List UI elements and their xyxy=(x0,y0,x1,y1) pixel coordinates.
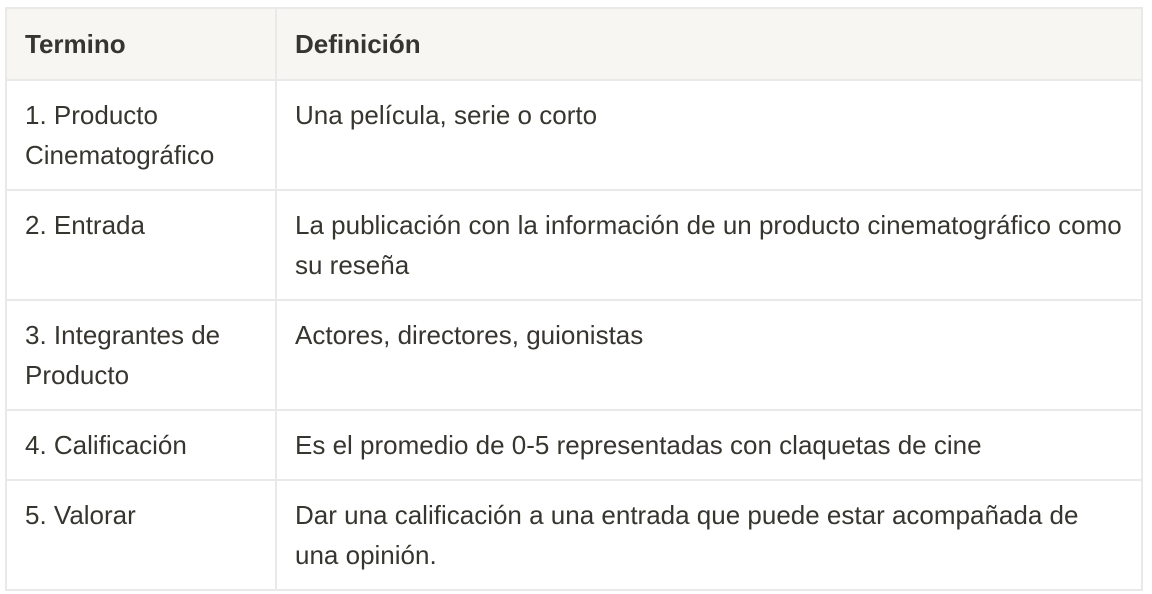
table-row: 4. Calificación Es el promedio de 0-5 re… xyxy=(5,409,1143,481)
column-header-term: Termino xyxy=(5,7,277,81)
definition-cell: Dar una calificación a una entrada que p… xyxy=(275,479,1143,591)
definition-cell: Actores, directores, guionistas xyxy=(275,299,1143,411)
table-body: 1. Producto Cinematográfico Una película… xyxy=(5,79,1143,591)
definition-cell: Una película, serie o corto xyxy=(275,79,1143,191)
table-row: 2. Entrada La publicación con la informa… xyxy=(5,189,1143,301)
term-cell: 4. Calificación xyxy=(5,409,277,481)
term-cell: 3. Integrantes de Producto xyxy=(5,299,277,411)
header-row: Termino Definición xyxy=(5,7,1143,81)
glossary-table: Termino Definición 1. Producto Cinematog… xyxy=(5,7,1143,591)
table-row: 3. Integrantes de Producto Actores, dire… xyxy=(5,299,1143,411)
term-cell: 2. Entrada xyxy=(5,189,277,301)
term-cell: 1. Producto Cinematográfico xyxy=(5,79,277,191)
definition-cell: La publicación con la información de un … xyxy=(275,189,1143,301)
table-row: 1. Producto Cinematográfico Una película… xyxy=(5,79,1143,191)
column-header-definition: Definición xyxy=(275,7,1143,81)
table-header: Termino Definición xyxy=(5,7,1143,81)
definition-cell: Es el promedio de 0-5 representadas con … xyxy=(275,409,1143,481)
term-cell: 5. Valorar xyxy=(5,479,277,591)
glossary-table-container: Termino Definición 1. Producto Cinematog… xyxy=(5,7,1143,591)
table-row: 5. Valorar Dar una calificación a una en… xyxy=(5,479,1143,591)
